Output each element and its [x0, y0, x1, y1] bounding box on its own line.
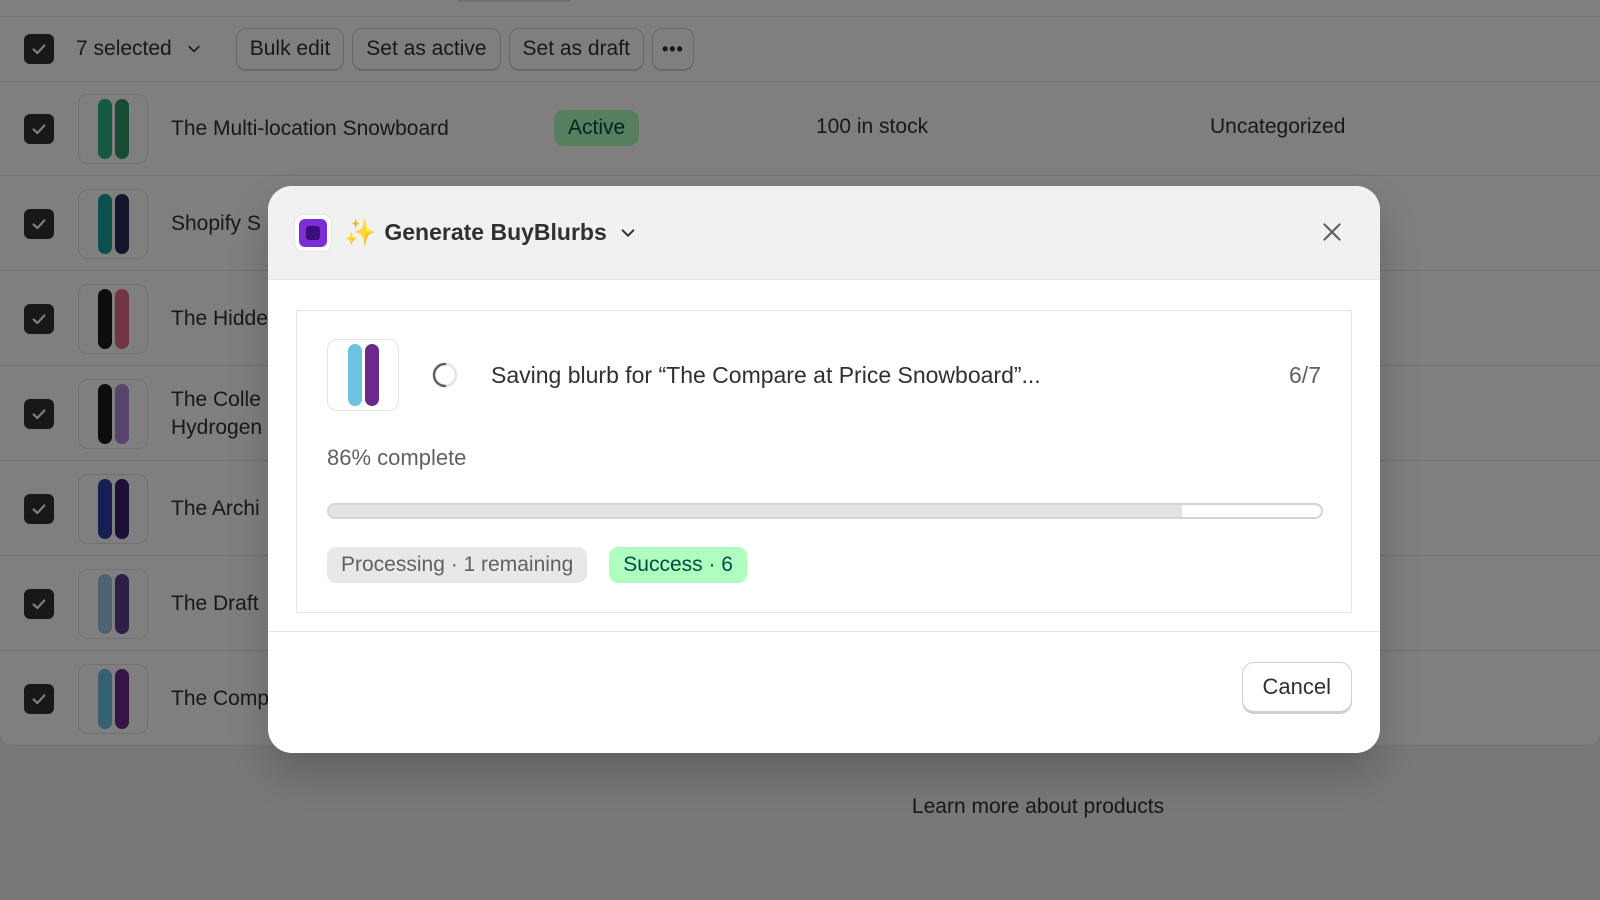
percent-complete-label: 86% complete [327, 445, 467, 470]
app-logo-icon [294, 213, 332, 252]
modal-body: Saving blurb for “The Compare at Price S… [268, 280, 1380, 630]
progress-bar-fill [329, 505, 1183, 517]
generate-modal: ✨ Generate BuyBlurbs Saving blurb for “T… [268, 186, 1380, 753]
modal-header: ✨ Generate BuyBlurbs [268, 186, 1380, 280]
status-text: Saving blurb for “The Compare at Price S… [491, 361, 1041, 388]
close-icon [1323, 223, 1341, 241]
modal-footer: Cancel [268, 631, 1380, 753]
progress-bar [327, 503, 1323, 519]
processing-badge: Processing · 1 remaining [327, 547, 588, 583]
current-product-thumbnail [327, 339, 399, 411]
close-button[interactable] [1314, 214, 1350, 250]
status-line: Saving blurb for “The Compare at Price S… [327, 339, 1321, 411]
sparkle-icon: ✨ [344, 217, 377, 247]
progress-card: Saving blurb for “The Compare at Price S… [296, 310, 1352, 613]
progress-count: 6/7 [1289, 361, 1321, 388]
spinner-icon [432, 362, 458, 388]
modal-title[interactable]: Generate BuyBlurbs [384, 219, 606, 246]
cancel-button[interactable]: Cancel [1241, 662, 1352, 712]
chevron-down-icon[interactable] [619, 224, 637, 242]
status-tags: Processing · 1 remaining Success · 6 [327, 547, 1321, 583]
success-badge: Success · 6 [609, 547, 747, 583]
